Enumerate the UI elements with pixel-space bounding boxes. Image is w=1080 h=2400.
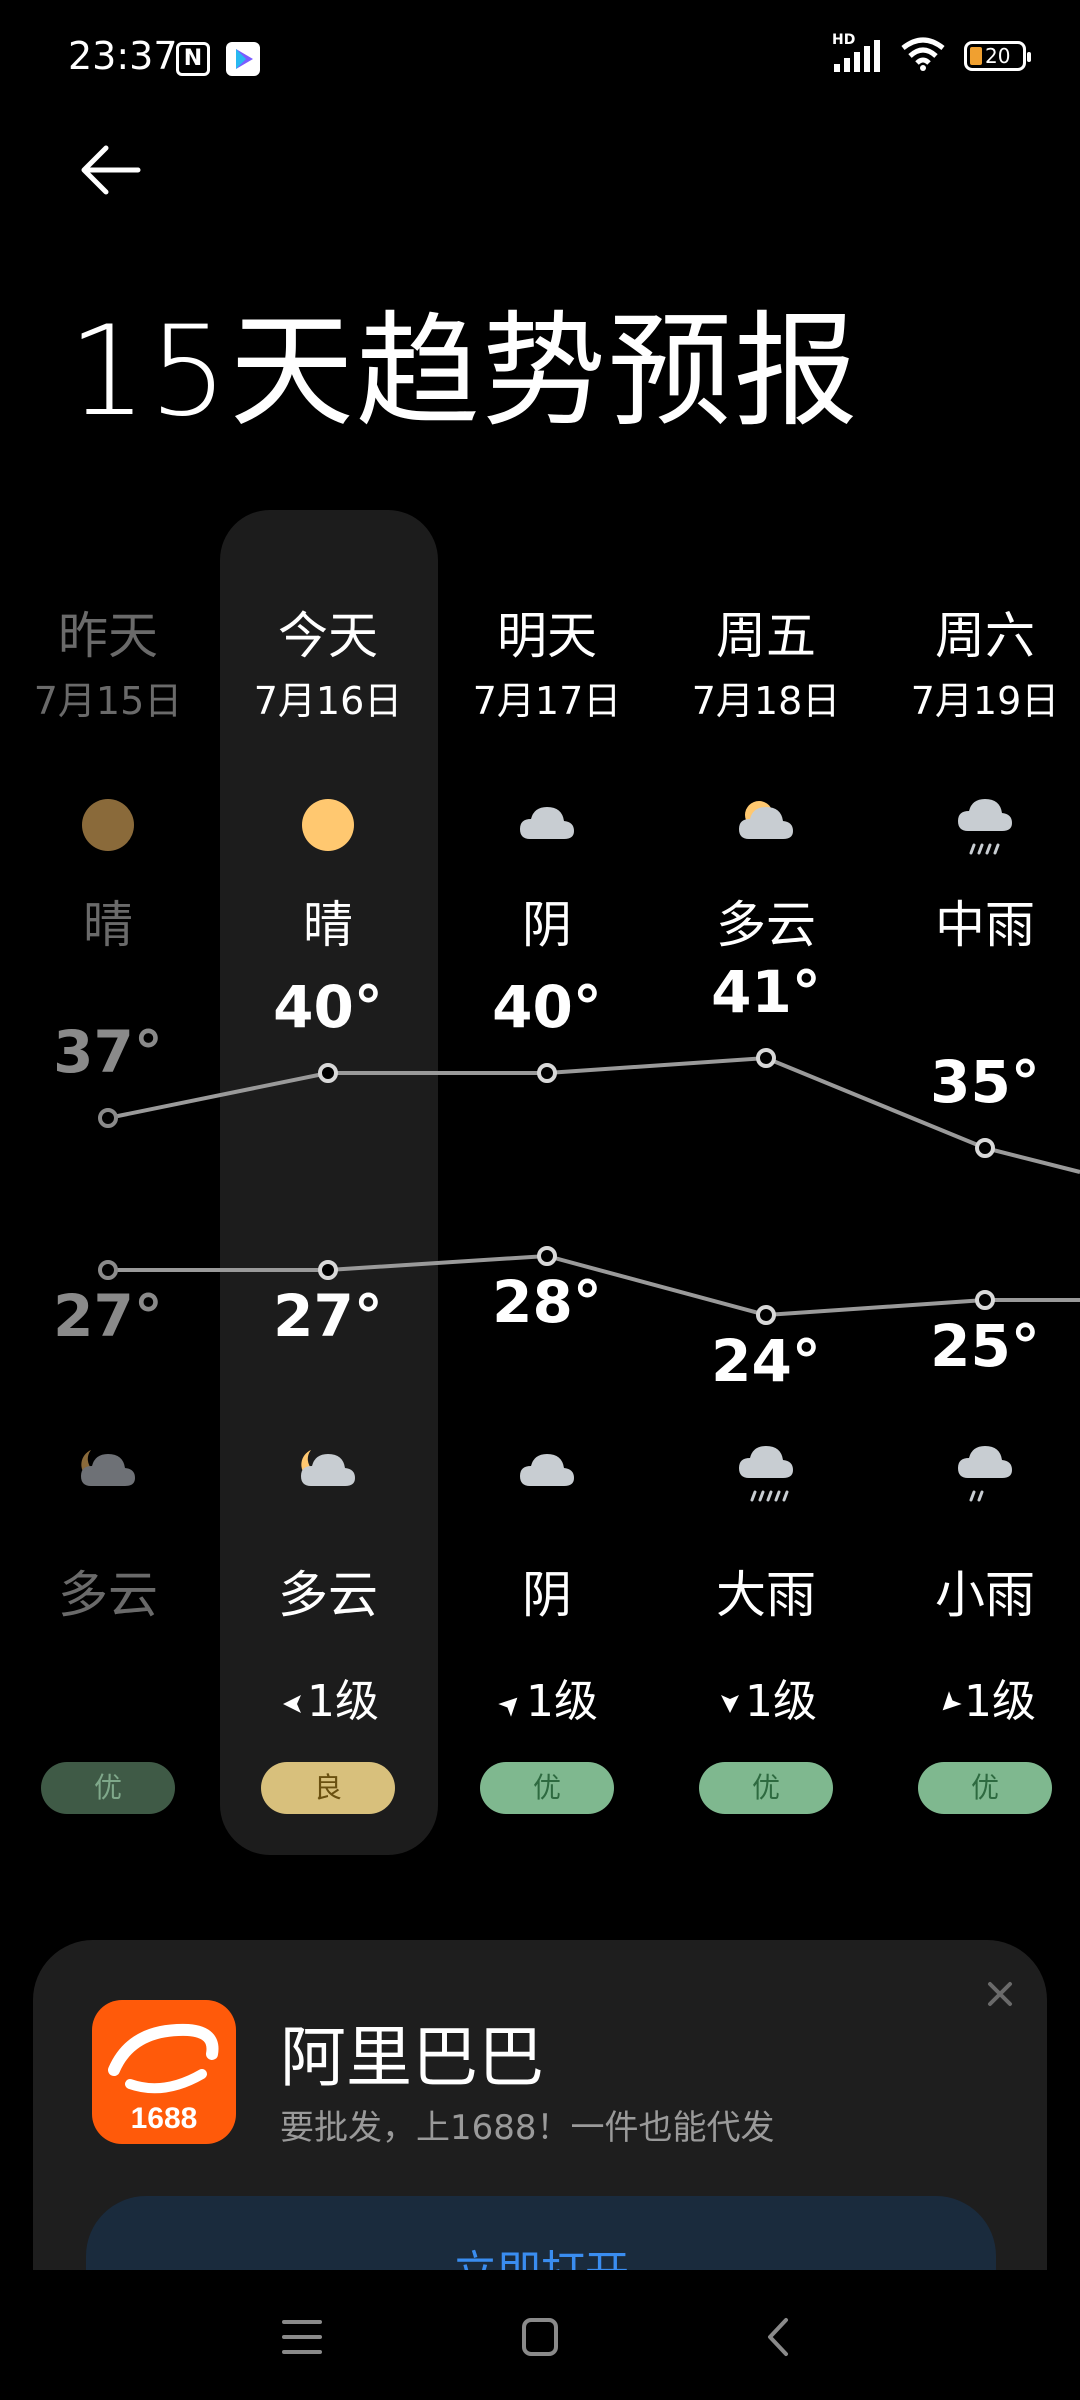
home-icon bbox=[522, 2318, 558, 2356]
logo-text: 1688 bbox=[131, 2102, 198, 2135]
menu-icon bbox=[282, 2320, 322, 2354]
low-temp-line-point bbox=[975, 1290, 995, 1310]
high-temp-line-point bbox=[98, 1108, 118, 1128]
back-icon bbox=[768, 2318, 788, 2356]
menu-button[interactable] bbox=[270, 2312, 334, 2362]
low-temp-line-point bbox=[756, 1305, 776, 1325]
close-icon bbox=[988, 1982, 1012, 2006]
ad-description: 要批发，上1688！一件也能代发 bbox=[280, 2108, 775, 2148]
alibaba-logo: 1688 bbox=[92, 2000, 236, 2144]
navigation-bar bbox=[0, 2270, 1080, 2400]
high-temp-line bbox=[107, 1055, 1080, 1174]
high-temp-line-point bbox=[318, 1063, 338, 1083]
ad-close-button[interactable] bbox=[980, 1974, 1020, 2014]
low-temp-line-point bbox=[98, 1260, 118, 1280]
low-temp-line bbox=[108, 1253, 1080, 1318]
home-button[interactable] bbox=[508, 2312, 572, 2362]
ad-title: 阿里巴巴 bbox=[280, 2019, 544, 2096]
back-nav-button[interactable] bbox=[746, 2312, 810, 2362]
low-temp-line-point bbox=[537, 1246, 557, 1266]
low-temp-line-point bbox=[318, 1260, 338, 1280]
high-temp-line-point bbox=[537, 1063, 557, 1083]
high-temp-line-point bbox=[975, 1138, 995, 1158]
high-temp-line-point bbox=[756, 1048, 776, 1068]
